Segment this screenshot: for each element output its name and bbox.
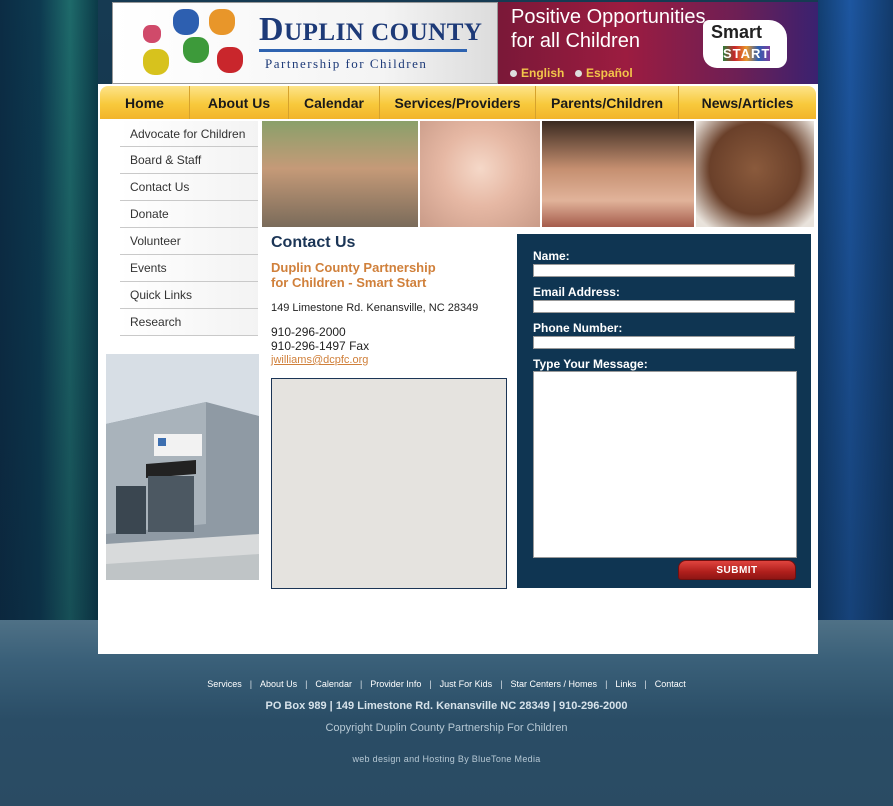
page-title: Contact Us <box>271 234 356 251</box>
radio-icon <box>575 69 582 77</box>
message-textarea[interactable] <box>533 371 797 558</box>
radio-icon <box>510 69 517 77</box>
sidebar-item-events[interactable]: Events <box>120 255 258 282</box>
phone-label: Phone Number: <box>533 321 623 335</box>
map-embed[interactable] <box>271 378 507 589</box>
logo-rule <box>259 49 467 52</box>
separator: | <box>359 679 363 689</box>
yellow-hand-icon <box>143 49 169 75</box>
organization-name: Duplin County Partnership for Children -… <box>271 260 436 290</box>
tagline: Positive Opportunities for all Children <box>511 6 706 52</box>
site-logo[interactable]: DUPLIN COUNTY Partnership for Children <box>112 2 498 84</box>
separator: | <box>429 679 432 689</box>
green-hand-icon <box>183 37 209 63</box>
smart-start-logo[interactable]: Smart START <box>703 20 787 68</box>
phone-block: 910-296-2000 910-296-1497 Fax <box>271 325 370 353</box>
footer-link-calendar[interactable]: Calendar <box>315 679 352 689</box>
logo-title: DUPLIN COUNTY <box>259 11 483 48</box>
address-text: 149 Limestone Rd. Kenansville, NC 28349 <box>271 302 479 314</box>
orange-hand-icon <box>209 9 235 35</box>
separator: | <box>644 679 647 689</box>
footer-link-services[interactable]: Services <box>207 679 242 689</box>
blue-hand-icon <box>173 9 199 35</box>
photo-two-children <box>262 121 418 227</box>
footer-link-just-for-kids[interactable]: Just For Kids <box>440 679 493 689</box>
email-field[interactable] <box>533 300 795 313</box>
footer-design-credit[interactable]: web design and Hosting By BlueTone Media <box>0 754 893 764</box>
photo-girl <box>542 121 694 227</box>
nav-news-articles[interactable]: News/Articles <box>679 86 816 119</box>
sidebar-item-contact-us[interactable]: Contact Us <box>120 174 258 201</box>
nav-services-providers[interactable]: Services/Providers <box>380 86 536 119</box>
sidebar-menu: Advocate for Children Board & Staff Cont… <box>100 121 258 336</box>
building-photo <box>106 354 259 580</box>
contact-form: Name: Email Address: Phone Number: Type … <box>517 234 811 588</box>
nav-about-us[interactable]: About Us <box>190 86 289 119</box>
red-hand-icon <box>217 47 243 73</box>
footer-address: PO Box 989 | 149 Limestone Rd. Kenansvil… <box>265 700 628 712</box>
email-label: Email Address: <box>533 285 620 299</box>
nav-home[interactable]: Home <box>100 86 190 119</box>
separator: | <box>305 679 308 689</box>
panel-wave <box>98 640 818 654</box>
message-label: Type Your Message: <box>533 357 648 371</box>
sidebar-item-research[interactable]: Research <box>120 309 258 336</box>
phone-field[interactable] <box>533 336 795 349</box>
children-photos <box>262 121 814 227</box>
footer-link-star-centers[interactable]: Star Centers / Homes <box>511 679 598 689</box>
nav-calendar[interactable]: Calendar <box>289 86 380 119</box>
smart-start-word: START <box>723 46 771 61</box>
photo-toddler <box>696 121 814 227</box>
language-english[interactable]: English <box>510 66 564 80</box>
submit-button[interactable]: SUBMIT <box>678 560 796 580</box>
footer-link-about-us[interactable]: About Us <box>260 679 297 689</box>
footer-copyright: Copyright Duplin County Partnership For … <box>325 722 568 734</box>
language-espanol[interactable]: Español <box>575 66 633 80</box>
sidebar-item-donate[interactable]: Donate <box>120 201 258 228</box>
nav-parents-children[interactable]: Parents/Children <box>536 86 679 119</box>
sidebar-item-volunteer[interactable]: Volunteer <box>120 228 258 255</box>
footer-links: Services | About Us | Calendar | Provider I… <box>0 679 893 689</box>
email-link[interactable]: jwilliams@dcpfc.org <box>271 354 368 366</box>
header-banner: Positive Opportunities for all Children … <box>498 2 818 84</box>
separator: | <box>500 679 503 689</box>
footer-link-provider-info[interactable]: Provider Info <box>370 679 421 689</box>
main-nav: Home About Us Calendar Services/Provider… <box>100 86 816 119</box>
photo-baby <box>420 121 540 227</box>
footer-link-contact[interactable]: Contact <box>655 679 686 689</box>
sidebar-item-advocate[interactable]: Advocate for Children <box>120 121 258 147</box>
separator: | <box>605 679 608 689</box>
separator: | <box>249 679 253 689</box>
footer-link-links[interactable]: Links <box>615 679 636 689</box>
logo-subtitle: Partnership for Children <box>265 56 428 71</box>
name-label: Name: <box>533 249 570 263</box>
sidebar-item-quick-links[interactable]: Quick Links <box>120 282 258 309</box>
sidebar-item-board-staff[interactable]: Board & Staff <box>120 147 258 174</box>
pink-hand-icon <box>143 25 161 43</box>
name-field[interactable] <box>533 264 795 277</box>
